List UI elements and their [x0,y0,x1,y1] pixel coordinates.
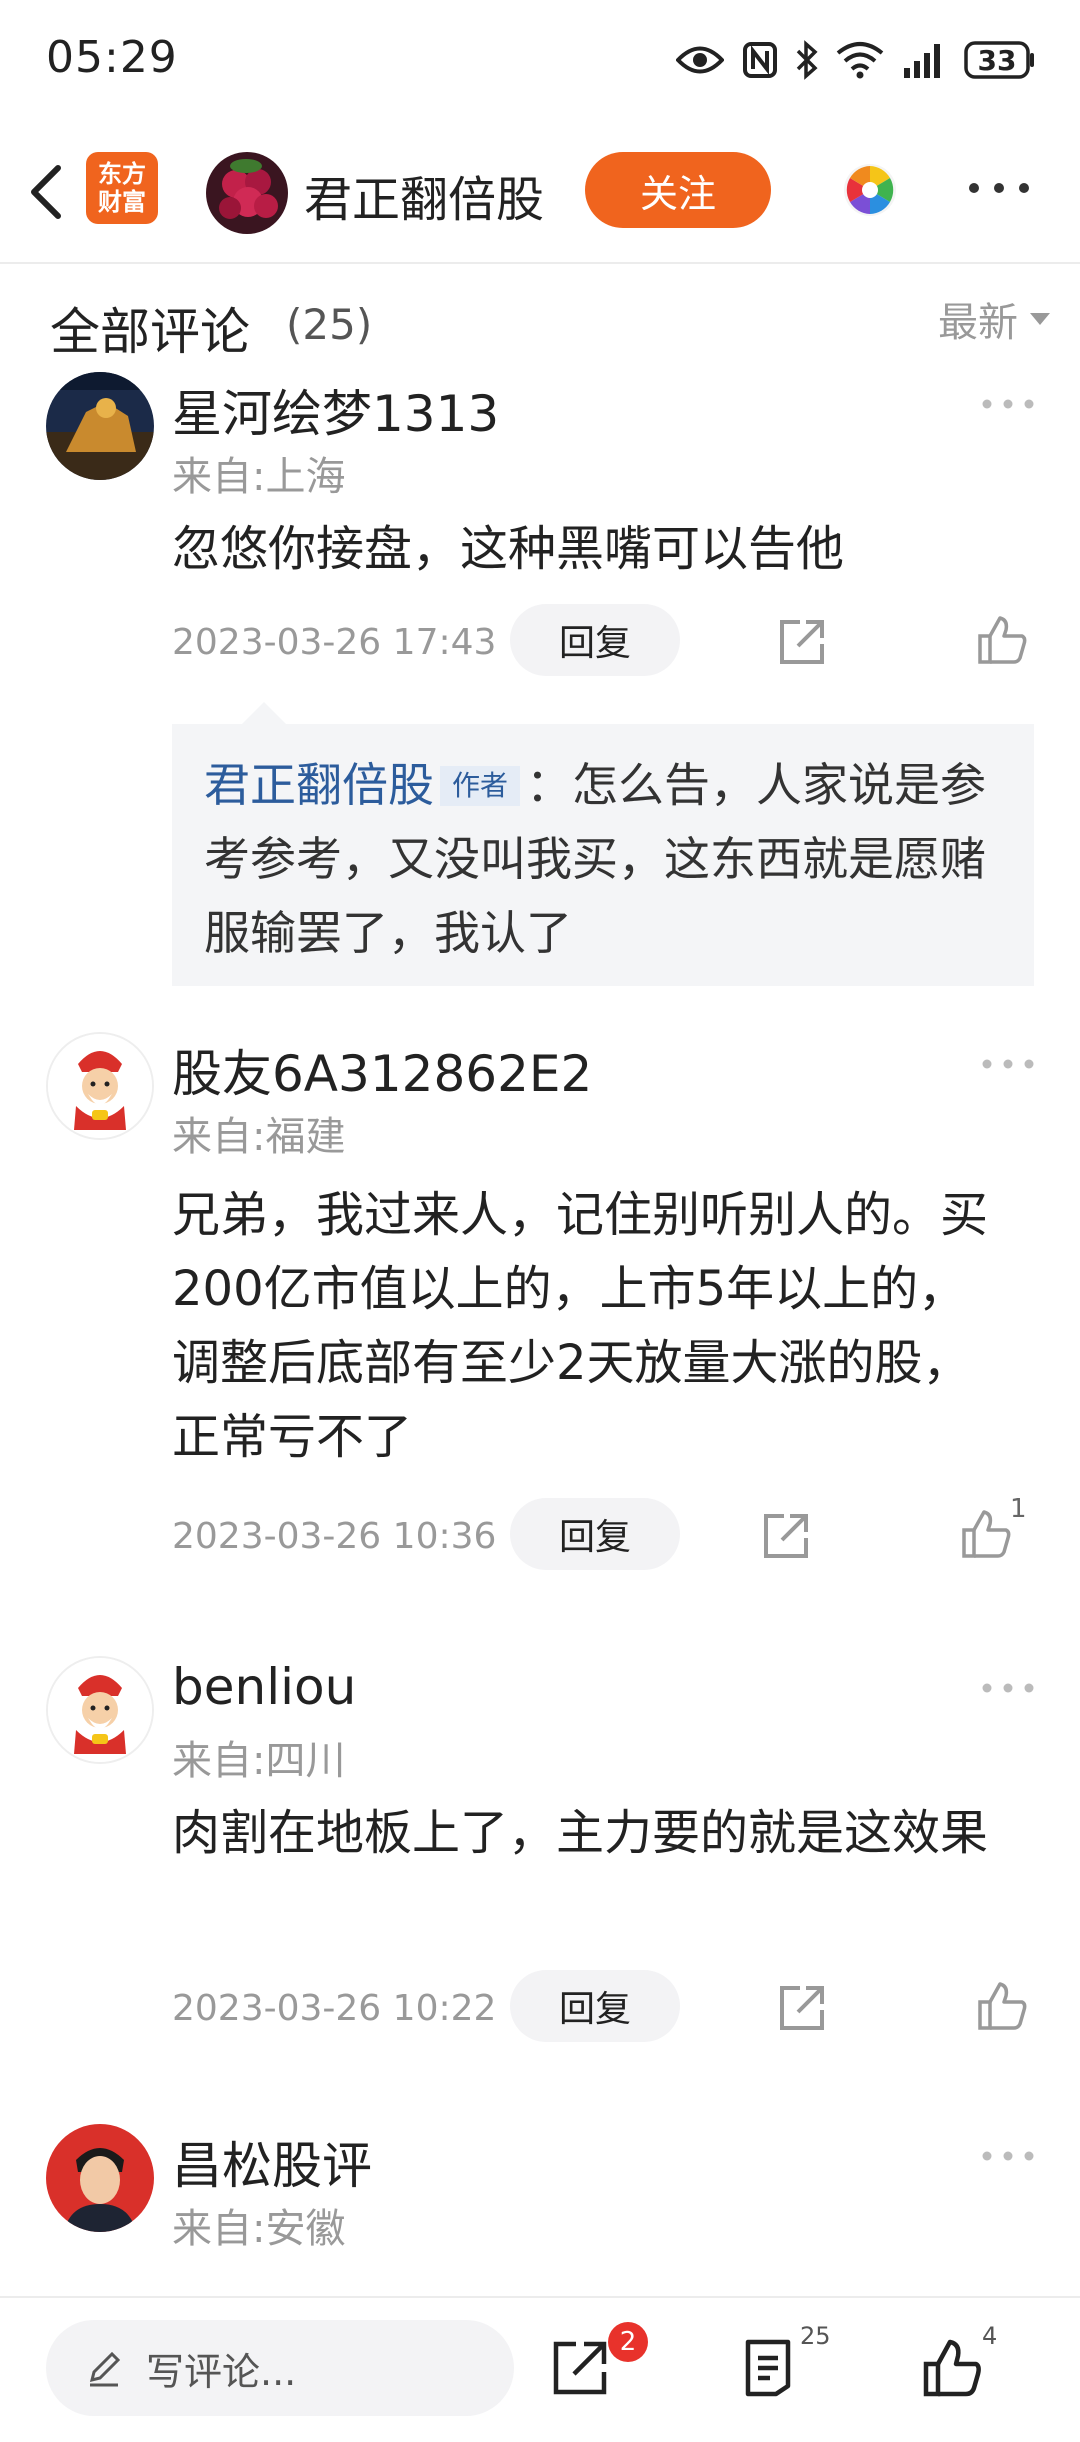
battery-icon: 33 [964,40,1036,80]
pencil-icon [89,2351,121,2387]
comments-count: 25 [800,2322,831,2350]
reply-content: 君正翻倍股 作者 ：怎么告，人家说是参考参考，又没叫我买，这东西就是愿赌服输罢了，我… [204,748,1004,970]
commenter-location: 来自:上海 [172,454,346,500]
battery-level: 33 [977,43,1017,77]
commenter-name[interactable]: 昌松股评 [172,2126,372,2198]
like-count: 1 [1010,1494,1027,1524]
comments-section-header: 全部评论 (25) 最新 [0,262,1080,372]
comment-more-icon[interactable] [980,396,1036,410]
reply-button[interactable]: 回复 [510,1498,680,1570]
like-icon[interactable] [974,612,1030,668]
commenter-location: 来自:四川 [172,1738,346,1784]
page-title: 君正翻倍股 [304,172,545,228]
header: 东方 财富 君正翻倍股 关注 [0,130,1080,264]
comment-more-icon[interactable] [980,1680,1036,1694]
author-avatar[interactable] [206,152,288,234]
like-icon[interactable] [958,1506,1014,1562]
comment-more-icon[interactable] [980,2148,1036,2162]
commenter-avatar[interactable] [46,372,154,480]
pinwheel-icon[interactable] [842,162,898,218]
status-time: 05:29 [46,32,178,83]
sort-dropdown[interactable]: 最新 [938,290,1050,348]
signal-icon [902,42,946,78]
commenter-name[interactable]: benliou [172,1658,356,1716]
reply-author-name[interactable]: 君正翻倍股 [204,758,434,812]
comment-text: 肉割在地板上了，主力要的就是这效果 [172,1805,989,1861]
share-icon[interactable] [776,616,828,668]
commenter-location: 来自:福建 [172,1114,346,1160]
caret-down-icon [1030,313,1050,325]
comment-time: 2023-03-26 10:22 [172,1988,497,2029]
comment-item: benliou 来自:四川 肉割在地板上了，主力要的就是这效果 2023-03-… [0,1656,1080,2076]
author-reply: 君正翻倍股 作者 ：怎么告，人家说是参考参考，又没叫我买，这东西就是愿赌服输罢了，我… [172,702,1034,986]
share-badge: 2 [608,2322,648,2362]
likes-count: 4 [982,2322,998,2350]
comments-icon[interactable] [736,2336,800,2400]
comment-text: 兄弟，我过来人，记住别听别人的。买200亿市值以上的，上市5年以上的，调整后底部… [172,1187,989,1465]
logo-line1: 东方 [98,160,146,188]
reply-button[interactable]: 回复 [510,604,680,676]
comment-more-icon[interactable] [980,1056,1036,1070]
like-icon[interactable] [974,1978,1030,2034]
back-button[interactable] [18,152,78,232]
comment-item: 股友6A312862E2 来自:福建 兄弟，我过来人，记住别听别人的。买200亿… [0,1032,1080,1592]
share-icon[interactable] [760,1510,812,1562]
app-logo[interactable]: 东方 财富 [86,152,158,224]
section-title: 全部评论 [50,303,250,361]
commenter-avatar[interactable] [46,2124,154,2232]
write-comment-input[interactable]: 写评论... [46,2320,514,2416]
commenter-avatar[interactable] [46,1032,154,1140]
chevron-left-icon [31,165,61,219]
comment-item: 昌松股评 来自:安徽 [0,2124,1080,2296]
nfc-icon [742,41,778,79]
author-badge: 作者 [440,766,521,806]
comment-count: (25) [286,300,373,349]
like-icon[interactable] [920,2336,984,2400]
bottom-action-bar: 写评论... 2 25 4 [0,2296,1080,2442]
more-options-icon[interactable] [964,176,1034,200]
comment-item: 星河绘梦1313 来自:上海 忽悠你接盘，这种黑嘴可以告他 2023-03-26… [0,372,1080,992]
commenter-location: 来自:安徽 [172,2206,346,2252]
follow-button[interactable]: 关注 [585,152,771,228]
comment-text: 忽悠你接盘，这种黑嘴可以告他 [172,521,845,577]
reply-button[interactable]: 回复 [510,1970,680,2042]
sort-label: 最新 [938,300,1018,346]
comment-time: 2023-03-26 10:36 [172,1516,497,1557]
reply-pointer [242,702,286,724]
share-icon[interactable] [548,2336,612,2400]
commenter-avatar[interactable] [46,1656,154,1764]
eye-icon [676,43,724,77]
commenter-name[interactable]: 股友6A312862E2 [172,1034,592,1106]
logo-line2: 财富 [98,188,146,216]
commenter-name[interactable]: 星河绘梦1313 [172,374,499,446]
comment-time: 2023-03-26 17:43 [172,622,497,663]
wifi-icon [836,41,884,79]
share-icon[interactable] [776,1982,828,2034]
write-comment-placeholder: 写评论... [146,2349,297,2394]
bluetooth-icon [796,40,818,80]
status-bar: 05:29 33 [0,0,1080,120]
status-icons: 33 [676,38,1036,82]
